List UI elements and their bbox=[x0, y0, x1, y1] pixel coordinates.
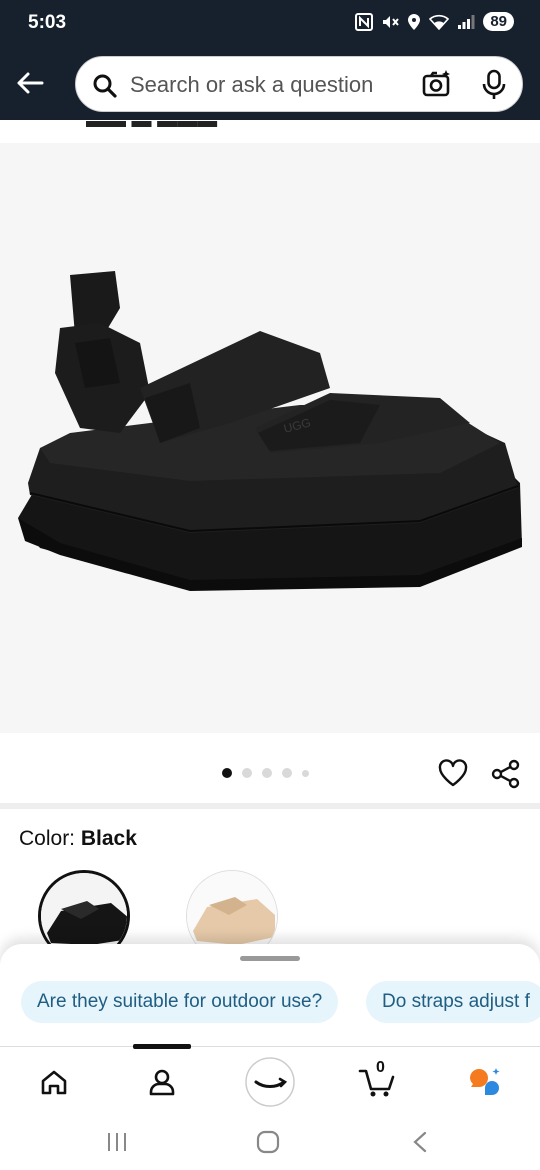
person-icon bbox=[149, 1069, 175, 1096]
cart-count: 0 bbox=[376, 1059, 385, 1076]
pager-dot[interactable] bbox=[262, 768, 272, 778]
nav-cart[interactable]: 0 bbox=[342, 1047, 412, 1117]
color-value: Black bbox=[80, 827, 137, 850]
recent-apps-icon[interactable] bbox=[106, 1131, 128, 1153]
section-divider bbox=[0, 803, 540, 809]
cut-off-text: ▬▬ ▬ ▬▬▬ bbox=[0, 120, 540, 142]
image-pager[interactable] bbox=[222, 768, 309, 778]
suggestion-chip[interactable]: Are they suitable for outdoor use? bbox=[21, 981, 339, 1023]
camera-search-icon[interactable] bbox=[422, 69, 452, 99]
battery-level: 89 bbox=[483, 12, 514, 31]
status-icons: 89 bbox=[355, 12, 514, 31]
status-bar: 5:03 89 bbox=[0, 0, 540, 50]
header: Search or ask a question bbox=[0, 50, 540, 120]
sandal-image: UGG bbox=[18, 271, 522, 591]
pager-dot[interactable] bbox=[242, 768, 252, 778]
back-button-icon[interactable] bbox=[410, 1131, 430, 1153]
product-image[interactable]: UGG bbox=[0, 143, 540, 733]
home-button-icon[interactable] bbox=[256, 1130, 280, 1154]
signal-icon bbox=[458, 14, 475, 29]
status-time: 5:03 bbox=[28, 12, 67, 33]
nav-amazon[interactable] bbox=[235, 1047, 305, 1117]
search-bar[interactable]: Search or ask a question bbox=[75, 56, 523, 112]
suggestion-chip[interactable]: Do straps adjust f bbox=[366, 981, 540, 1023]
rufus-assistant-icon bbox=[470, 1068, 500, 1095]
mute-icon bbox=[383, 15, 400, 28]
pager-dot[interactable] bbox=[282, 768, 292, 778]
bottom-nav: 0 bbox=[0, 1044, 540, 1117]
color-selector-label: Color: Black bbox=[19, 827, 137, 851]
heart-icon[interactable] bbox=[438, 759, 468, 787]
microphone-icon[interactable] bbox=[481, 69, 507, 101]
system-nav-bar bbox=[0, 1116, 540, 1170]
search-icon bbox=[93, 74, 117, 98]
sheet-handle[interactable] bbox=[240, 956, 300, 961]
amazon-smile-icon bbox=[245, 1057, 295, 1107]
nav-account[interactable] bbox=[127, 1047, 197, 1117]
suggestion-sheet: Are they suitable for outdoor use? Do st… bbox=[0, 944, 540, 1046]
nav-rufus[interactable] bbox=[450, 1047, 520, 1117]
wifi-icon bbox=[429, 14, 450, 30]
pager-dot[interactable] bbox=[222, 768, 232, 778]
search-input[interactable]: Search or ask a question bbox=[130, 72, 373, 98]
back-arrow-icon[interactable] bbox=[14, 67, 46, 99]
nav-home[interactable] bbox=[19, 1047, 89, 1117]
pager-dot[interactable] bbox=[302, 769, 309, 777]
share-icon[interactable] bbox=[491, 759, 521, 789]
gallery-controls bbox=[0, 733, 540, 803]
color-label: Color: bbox=[19, 827, 76, 850]
location-icon bbox=[408, 13, 421, 30]
home-icon bbox=[41, 1070, 67, 1095]
nfc-icon bbox=[355, 12, 374, 31]
